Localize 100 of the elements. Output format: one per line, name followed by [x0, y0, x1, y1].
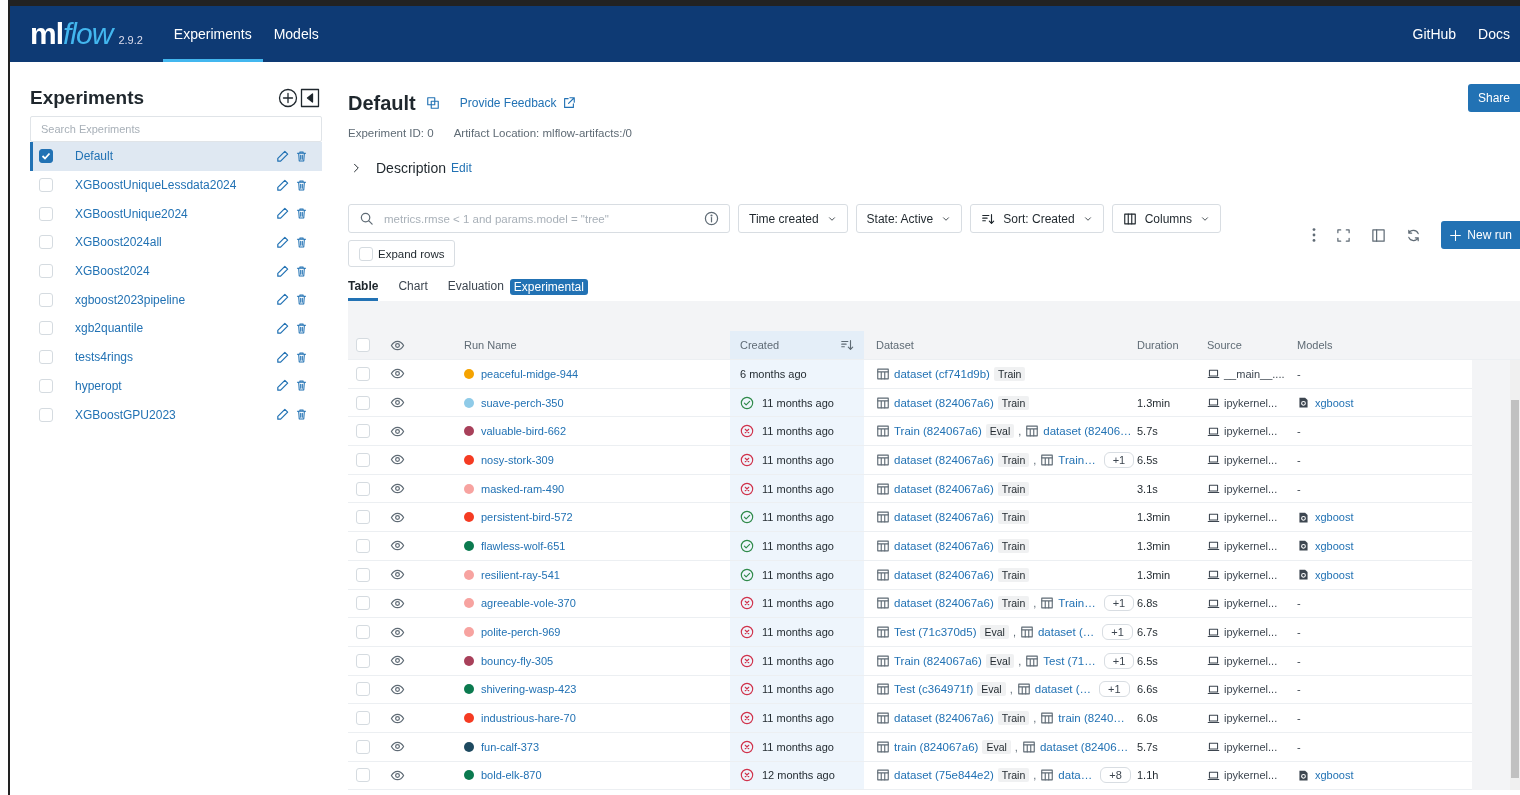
logo[interactable]: mlflow	[30, 19, 113, 49]
x-circle-icon	[740, 739, 754, 754]
column-header[interactable]: Models	[1297, 339, 1333, 351]
dataset-link[interactable]: dataset (824067a6)	[894, 482, 994, 495]
table-icon	[1021, 739, 1036, 754]
run-name-link[interactable]: shivering-wasp-423	[481, 683, 577, 696]
dataset-link[interactable]: Test (c364971f)	[894, 683, 974, 696]
dataset-link[interactable]: Test (71c370d5)	[894, 626, 977, 639]
dataset-link[interactable]: train (8240…	[1058, 712, 1125, 725]
dataset-link[interactable]: dataset (82406…	[1039, 740, 1129, 753]
column-header[interactable]: Duration	[1137, 339, 1179, 351]
column-header[interactable]: Dataset	[876, 339, 914, 351]
search-field[interactable]: Search Experiments	[30, 116, 322, 142]
run-name-link[interactable]: persistent-bird-572	[481, 511, 573, 524]
description-label[interactable]: Description	[376, 160, 447, 176]
table-icon	[876, 682, 890, 697]
model-link[interactable]: xgboost	[1315, 539, 1354, 552]
checkbox[interactable]	[39, 149, 53, 164]
dataset-link[interactable]: dataset (824067a6)	[894, 453, 994, 466]
scrollbar[interactable]	[1510, 360, 1520, 791]
dataset-link[interactable]: Train…	[1058, 453, 1096, 466]
column-header[interactable]: Run Name	[464, 339, 517, 351]
dataset-link[interactable]: dataset (824067a6)	[894, 396, 994, 409]
search-bar[interactable]: metrics.rmse < 1 and params.model = "tree"	[348, 204, 730, 233]
column-header[interactable]: Created	[740, 339, 780, 351]
model-link[interactable]: xgboost	[1315, 511, 1354, 524]
more-datasets-button[interactable]: +8	[1100, 767, 1131, 784]
experiment-item[interactable]: tests4rings	[30, 342, 322, 372]
more-datasets-button[interactable]: +1	[1103, 451, 1135, 468]
dataset-link[interactable]: Train…	[1058, 597, 1096, 610]
experiment-item[interactable]: xgb2quantile	[30, 314, 322, 343]
model-link[interactable]: xgboost	[1315, 396, 1354, 409]
trash-icon	[295, 207, 308, 221]
collapse-panel-icon	[300, 88, 320, 108]
expand-rows-label[interactable]: Expand rows	[378, 247, 445, 260]
nav-tab[interactable]: Experiments	[162, 6, 263, 62]
column-header[interactable]: Source	[1207, 339, 1242, 351]
run-name-link[interactable]: masked-ram-490	[481, 482, 565, 495]
model-link[interactable]: xgboost	[1315, 568, 1354, 581]
nav-link[interactable]: Docs	[1466, 6, 1520, 62]
dataset-link[interactable]: dataset (82406…	[1043, 425, 1132, 438]
x-circle-icon	[740, 768, 754, 783]
run-name-link[interactable]: peaceful-midge-944	[481, 367, 579, 380]
experiment-item[interactable]: XGBoostUniqueLessdata2024	[30, 170, 322, 200]
run-name-link[interactable]: agreeable-vole-370	[481, 597, 576, 610]
dataset-link[interactable]: dataset (824067a6)	[894, 568, 994, 581]
dataset-link[interactable]: Train (824067a6)	[894, 654, 982, 667]
pencil-icon	[275, 407, 290, 423]
experiment-item[interactable]: XGBoostGPU2023	[30, 400, 322, 429]
edit-link[interactable]: Edit	[451, 161, 472, 175]
dataset-link[interactable]: dataset (824067a6)	[894, 511, 994, 524]
view-tab[interactable]: Evaluation	[447, 277, 504, 301]
feedback-link[interactable]: Provide Feedback	[459, 96, 576, 110]
dataset-link[interactable]: dataset (824067a6)	[894, 597, 994, 610]
dataset-link[interactable]: train (824067a6)	[894, 740, 979, 753]
expand-rows-toggle[interactable]: Expand rows	[348, 240, 456, 267]
new-run-button[interactable]: New run	[1441, 221, 1520, 249]
run-name-link[interactable]: bouncy-fly-305	[481, 654, 554, 667]
experiment-item[interactable]: Default	[30, 142, 322, 171]
dataset-link[interactable]: dataset (…	[1037, 626, 1095, 639]
more-datasets-button[interactable]: +1	[1099, 681, 1130, 698]
filter-dropdown[interactable]: Sort: Created	[970, 204, 1104, 233]
view-tab[interactable]: Chart	[398, 277, 428, 301]
fullscreen-icon	[1336, 227, 1352, 243]
dataset-link[interactable]: Train (824067a6)	[894, 425, 982, 438]
filter-dropdown[interactable]: Columns	[1111, 204, 1222, 233]
more-datasets-button[interactable]: +1	[1102, 624, 1133, 641]
dataset-link[interactable]: dataset (75e844e2)	[894, 769, 994, 782]
run-name-link[interactable]: resilient-ray-541	[481, 568, 560, 581]
experiment-item[interactable]: xgboost2023pipeline	[30, 285, 322, 315]
filter-dropdown[interactable]: State: Active	[855, 204, 963, 233]
more-datasets-button[interactable]: +1	[1103, 652, 1135, 669]
run-name-link[interactable]: bold-elk-870	[481, 769, 542, 782]
run-name-link[interactable]: industrious-hare-70	[481, 712, 576, 725]
dataset-link[interactable]: dataset (cf741d9b)	[894, 367, 990, 380]
pencil-icon	[275, 263, 290, 279]
run-name-link[interactable]: valuable-bird-662	[481, 425, 566, 438]
run-name-link[interactable]: nosy-stork-309	[481, 453, 554, 466]
share-button[interactable]: Share	[1467, 84, 1520, 112]
table-icon	[1016, 682, 1031, 697]
run-name-link[interactable]: polite-perch-969	[481, 626, 561, 639]
experiment-item[interactable]: XGBoost2024	[30, 256, 322, 286]
run-name-link[interactable]: fun-calf-373	[481, 740, 540, 753]
more-icon[interactable]	[1312, 228, 1317, 242]
dataset-link[interactable]: dataset (824067a6)	[894, 712, 994, 725]
experiment-item[interactable]: XGBoostUnique2024	[30, 199, 322, 229]
model-link[interactable]: xgboost	[1315, 769, 1354, 782]
refresh-icon	[1406, 227, 1422, 243]
nav-link[interactable]: GitHub	[1400, 6, 1467, 62]
nav-tab[interactable]: Models	[262, 6, 330, 62]
more-datasets-button[interactable]: +1	[1103, 595, 1135, 612]
dataset-link[interactable]: dataset (…	[1034, 683, 1091, 696]
run-name-link[interactable]: suave-perch-350	[481, 396, 564, 409]
filter-dropdown[interactable]: Time created	[738, 204, 848, 233]
experiment-item[interactable]: XGBoost2024all	[30, 228, 322, 257]
dataset-link[interactable]: data…	[1058, 769, 1093, 782]
experiment-item[interactable]: hyperopt	[30, 371, 322, 401]
run-name-link[interactable]: flawless-wolf-651	[481, 539, 566, 552]
dataset-link[interactable]: Test (71…	[1043, 654, 1096, 667]
dataset-link[interactable]: dataset (824067a6)	[894, 539, 994, 552]
